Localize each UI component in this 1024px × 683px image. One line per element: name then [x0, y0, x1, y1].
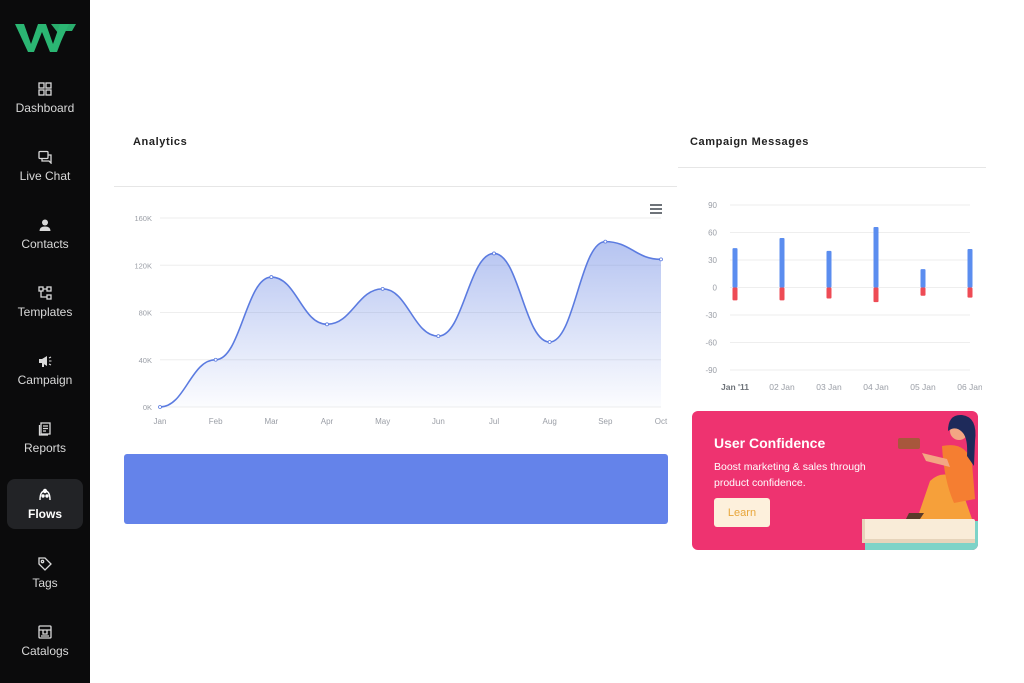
divider — [678, 167, 986, 168]
dashboard-grid-icon — [38, 82, 52, 96]
sidebar-item-templates[interactable]: Templates — [7, 282, 83, 332]
bar — [873, 227, 879, 288]
x-tick-label: 06 Jan — [957, 382, 982, 392]
sidebar-item-label: Dashboard — [15, 101, 75, 115]
y-tick-label: 30 — [708, 256, 717, 265]
sidebar: Dashboard Live Chat Contacts Templates C — [0, 0, 90, 683]
bar — [779, 287, 785, 301]
sidebar-item-label: Catalogs — [21, 644, 69, 658]
data-point — [547, 340, 552, 344]
sidebar-item-tags[interactable]: Tags — [7, 553, 83, 603]
learn-button[interactable]: Learn — [714, 498, 770, 527]
data-point — [380, 286, 385, 291]
bar — [826, 287, 832, 299]
sidebar-item-catalogs[interactable]: Catalogs — [7, 621, 83, 671]
bar — [779, 238, 785, 288]
x-tick-label: Jan '11 — [721, 382, 749, 392]
y-tick-label: 120K — [134, 261, 152, 270]
sidebar-item-label: Reports — [23, 441, 67, 455]
sidebar-item-flows[interactable]: Flows — [7, 479, 83, 529]
x-tick-label: Aug — [543, 417, 557, 426]
person-icon — [38, 218, 52, 232]
app-root: Dashboard Live Chat Contacts Templates C — [0, 0, 1024, 683]
megaphone-icon — [38, 354, 52, 368]
data-point — [158, 405, 162, 409]
x-tick-label: May — [375, 417, 390, 426]
x-tick-label: Sep — [598, 417, 613, 426]
brand-logo[interactable] — [13, 20, 77, 56]
catalog-store-icon — [38, 625, 52, 639]
bar — [873, 287, 879, 303]
y-tick-label: 80K — [139, 309, 152, 318]
x-tick-label: 03 Jan — [816, 382, 842, 392]
x-tick-label: Feb — [209, 417, 223, 426]
bar — [732, 287, 738, 301]
flows-icon — [38, 488, 52, 502]
analytics-title: Analytics — [133, 136, 188, 148]
bar — [826, 250, 832, 288]
data-point — [603, 239, 608, 244]
reading-woman-illustration — [862, 414, 978, 550]
promo-title: User Confidence — [714, 435, 826, 451]
data-point — [659, 257, 663, 262]
bar — [732, 248, 738, 288]
x-tick-label: 04 Jan — [863, 382, 889, 392]
sidebar-item-label: Tags — [32, 576, 58, 590]
sidebar-item-label: Live Chat — [19, 169, 71, 183]
y-tick-label: -60 — [705, 339, 717, 348]
sidebar-item-label: Templates — [17, 305, 73, 319]
analytics-area-chart: 0K 40K 80K 120K 160K Jan Feb Mar Apr May Jun Jul Aug… — [134, 214, 668, 426]
sidebar-item-label: Contacts — [21, 237, 69, 251]
tag-icon — [38, 557, 52, 571]
user-confidence-card: User Confidence Boost marketing & sales … — [692, 411, 978, 550]
sidebar-item-live-chat[interactable]: Live Chat — [7, 146, 83, 196]
bar — [920, 269, 926, 288]
y-tick-label: -30 — [705, 311, 717, 320]
data-point — [213, 357, 218, 362]
data-point — [436, 334, 441, 339]
y-tick-label: 90 — [708, 201, 717, 210]
analytics-banner — [124, 454, 668, 524]
bar — [967, 249, 973, 288]
bar — [920, 287, 926, 296]
x-tick-label: Jun — [432, 417, 445, 426]
bar — [967, 287, 973, 298]
campaign-messages-title: Campaign Messages — [690, 136, 810, 148]
chat-bubbles-icon — [38, 150, 52, 164]
x-tick-label: Apr — [321, 417, 334, 426]
sidebar-item-contacts[interactable]: Contacts — [7, 214, 83, 264]
x-tick-label: 05 Jan — [910, 382, 936, 392]
x-tick-label: 02 Jan — [769, 382, 795, 392]
y-tick-label: 40K — [139, 356, 152, 365]
y-tick-label: 0 — [713, 284, 718, 293]
promo-description: Boost marketing & sales through product … — [714, 461, 866, 489]
y-tick-label: 60 — [708, 229, 717, 238]
y-tick-label: 160K — [134, 214, 152, 223]
y-tick-label: 0K — [143, 403, 152, 412]
data-point — [492, 251, 496, 256]
x-tick-label: Mar — [264, 417, 278, 426]
sidebar-item-label: Flows — [27, 507, 62, 521]
x-tick-label: Jan — [154, 417, 167, 426]
sidebar-item-dashboard[interactable]: Dashboard — [7, 78, 83, 128]
sidebar-item-campaign[interactable]: Campaign — [7, 350, 83, 400]
campaign-messages-bar-chart: 90 60 30 0 -30 -60 -90 Jan '11 02 Jan 03 Jan 04 Ja… — [705, 201, 982, 392]
reports-document-icon — [38, 422, 52, 436]
sidebar-item-reports[interactable]: Reports — [7, 418, 83, 468]
data-point — [269, 275, 274, 279]
divider — [114, 186, 677, 187]
x-tick-label: Oct — [655, 417, 668, 426]
y-tick-label: -90 — [705, 366, 717, 375]
data-point — [325, 322, 329, 327]
x-tick-label: Jul — [489, 417, 499, 426]
templates-icon — [38, 286, 52, 300]
sidebar-item-label: Campaign — [17, 373, 73, 387]
